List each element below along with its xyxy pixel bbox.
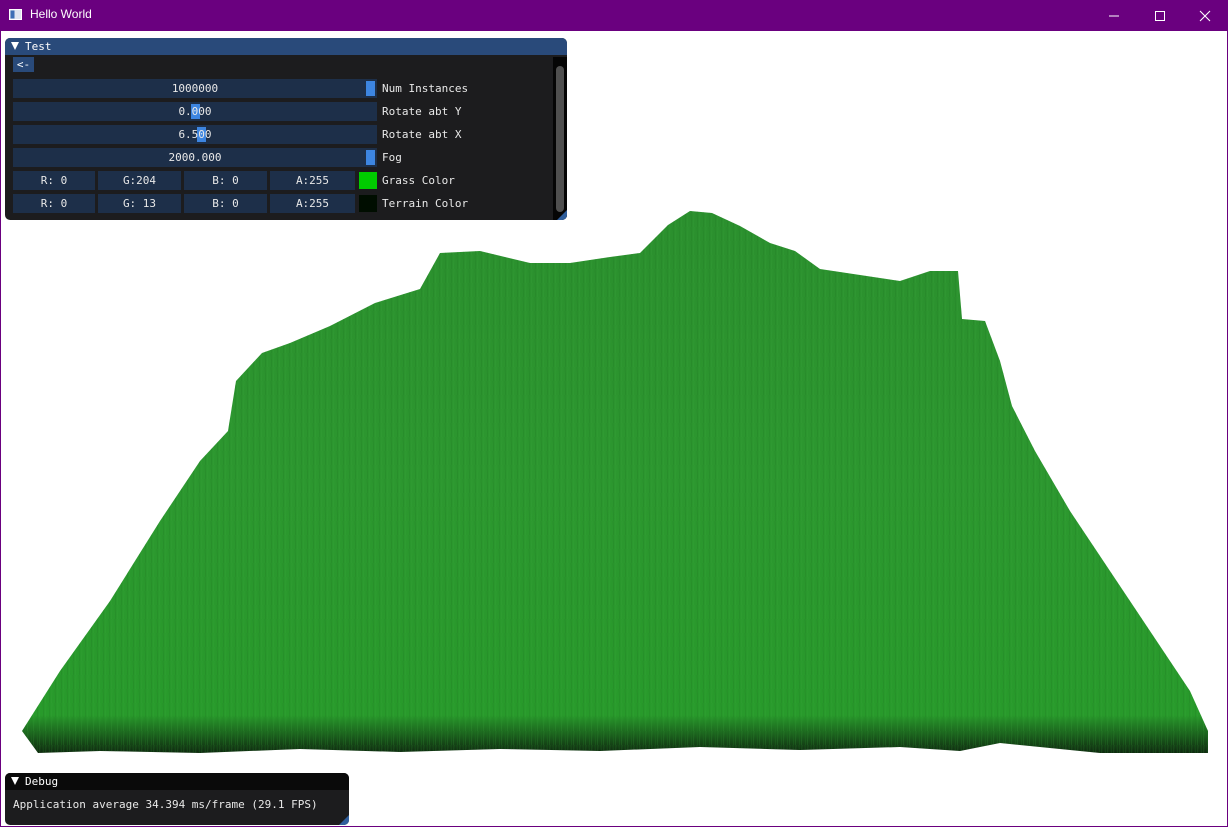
collapse-arrow-icon[interactable] xyxy=(11,777,19,785)
debug-panel-resize-grip[interactable] xyxy=(339,815,349,825)
test-panel[interactable]: Test <- 1000000 Num Instances 0.000 Rota… xyxy=(5,38,567,220)
terrain-color-label: Terrain Color xyxy=(382,197,469,210)
grass-color-g-field[interactable]: G:204 xyxy=(98,171,181,190)
terrain-blade-texture xyxy=(22,211,1208,753)
rotate-x-slider[interactable]: 6.500 xyxy=(13,125,377,144)
test-panel-title: Test xyxy=(25,40,52,53)
collapse-arrow-icon[interactable] xyxy=(11,42,19,50)
terrain-color-r-field[interactable]: R: 0 xyxy=(13,194,95,213)
num-instances-label: Num Instances xyxy=(382,82,469,95)
maximize-button[interactable] xyxy=(1137,0,1183,31)
rotate-y-value: 0.000 xyxy=(178,105,212,118)
rotate-y-label: Rotate abt Y xyxy=(382,105,462,118)
fog-value: 2000.000 xyxy=(168,151,222,164)
debug-panel[interactable]: Debug Application average 34.394 ms/fram… xyxy=(5,773,349,825)
grass-color-label: Grass Color xyxy=(382,174,455,187)
terrain-color-a-field[interactable]: A:255 xyxy=(270,194,355,213)
app-icon xyxy=(9,9,22,20)
window-titlebar[interactable]: Hello World xyxy=(0,0,1228,31)
fog-label: Fog xyxy=(382,151,402,164)
test-panel-scrollbar[interactable] xyxy=(553,57,567,220)
maximize-icon xyxy=(1155,11,1165,21)
fog-slider[interactable]: 2000.000 xyxy=(13,148,377,167)
fog-slider-grab[interactable] xyxy=(366,150,375,165)
close-button[interactable] xyxy=(1182,0,1228,31)
grass-color-a-field[interactable]: A:255 xyxy=(270,171,355,190)
num-instances-value: 1000000 xyxy=(171,82,219,95)
grass-color-r-field[interactable]: R: 0 xyxy=(13,171,95,190)
frame-stats-text: Application average 34.394 ms/frame (29.… xyxy=(13,798,318,811)
num-instances-slider[interactable]: 1000000 xyxy=(13,79,377,98)
rotate-x-label: Rotate abt X xyxy=(382,128,462,141)
terrain-color-swatch[interactable] xyxy=(359,195,377,212)
terrain-color-g-field[interactable]: G: 13 xyxy=(98,194,181,213)
close-icon xyxy=(1199,10,1211,22)
minimize-icon xyxy=(1109,15,1119,17)
rotate-x-value: 6.500 xyxy=(178,128,212,141)
grass-color-b-field[interactable]: B: 0 xyxy=(184,171,267,190)
window-title: Hello World xyxy=(30,7,92,21)
debug-panel-titlebar[interactable]: Debug xyxy=(5,773,349,790)
test-panel-scrollbar-thumb[interactable] xyxy=(556,66,564,212)
grass-color-swatch[interactable] xyxy=(359,172,377,189)
debug-panel-title: Debug xyxy=(25,775,59,788)
terrain-color-b-field[interactable]: B: 0 xyxy=(184,194,267,213)
test-panel-resize-grip[interactable] xyxy=(557,210,567,220)
num-instances-slider-grab[interactable] xyxy=(366,81,375,96)
rotate-y-slider[interactable]: 0.000 xyxy=(13,102,377,121)
minimize-button[interactable] xyxy=(1091,0,1137,31)
test-panel-titlebar[interactable]: Test xyxy=(5,38,567,55)
back-button[interactable]: <- xyxy=(13,57,34,72)
